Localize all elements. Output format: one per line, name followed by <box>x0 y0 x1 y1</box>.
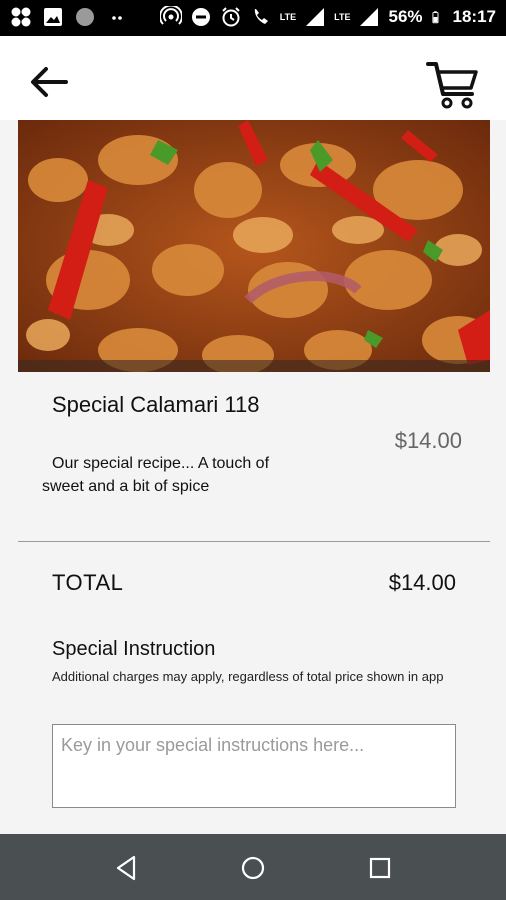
total-label: TOTAL <box>52 570 124 595</box>
total-value: $14.00 <box>388 570 456 595</box>
app-grid-icon <box>11 7 31 27</box>
triangle-back-icon[interactable] <box>110 852 142 884</box>
do-not-disturb-icon <box>191 8 210 26</box>
circle-app-icon <box>76 8 94 26</box>
special-instruction-title: Special Instruction <box>52 638 216 660</box>
circle-home-icon[interactable] <box>237 852 269 884</box>
lte-label-2: LTE <box>334 12 351 22</box>
signal-icon-2 <box>360 8 379 26</box>
system-nav-bar <box>0 834 506 900</box>
app-bar <box>0 36 506 120</box>
item-name: Special Calamari 118 <box>52 392 260 417</box>
hotspot-icon <box>159 6 182 25</box>
item-description: Our special recipe... A touch of sweet a… <box>42 455 270 495</box>
special-instructions-input[interactable] <box>52 724 456 808</box>
square-recents-icon[interactable] <box>364 852 396 884</box>
clock: 18:17 <box>452 7 496 26</box>
calamari-dish-image <box>18 120 490 372</box>
wifi-call-icon <box>254 9 268 24</box>
signal-icon-1 <box>306 8 325 26</box>
food-photo <box>18 120 490 372</box>
status-right-icons: LTE LTE 56% 18:17 <box>159 4 496 30</box>
shopping-cart-icon[interactable] <box>426 58 480 112</box>
item-price: $14.00 <box>394 428 462 453</box>
arrow-left-icon[interactable] <box>26 62 72 102</box>
more-dots-icon <box>112 16 122 20</box>
lte-label-1: LTE <box>279 12 297 22</box>
gallery-icon <box>44 8 62 26</box>
battery-icon <box>431 11 438 24</box>
status-bar: LTE LTE 56% 18:17 <box>0 0 506 36</box>
alarm-icon <box>222 7 240 27</box>
battery-percent: 56% <box>388 7 423 26</box>
status-left-icons <box>10 6 128 28</box>
special-instruction-note: Additional charges may apply, regardless… <box>52 669 444 684</box>
section-divider <box>18 541 490 542</box>
